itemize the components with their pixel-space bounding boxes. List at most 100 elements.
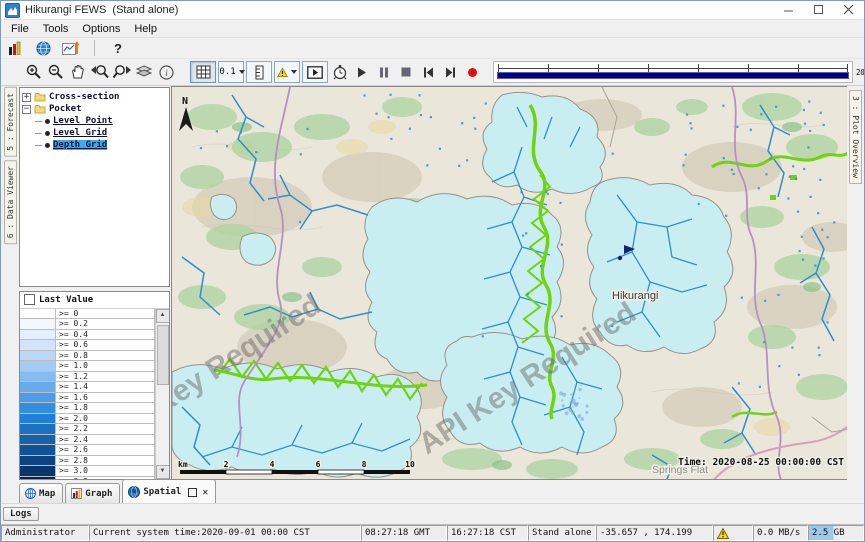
- tree-item-level-grid[interactable]: Level Grid: [35, 127, 167, 139]
- animation-window-button[interactable]: [302, 61, 328, 83]
- chevron-down-icon: [239, 70, 245, 74]
- panel-maximize-icon[interactable]: [188, 488, 197, 497]
- zoom-next-icon[interactable]: [112, 62, 132, 82]
- grid-display-button[interactable]: [190, 61, 216, 83]
- pause-button[interactable]: [374, 62, 394, 82]
- zoom-in-icon[interactable]: [24, 62, 44, 82]
- pan-hand-icon[interactable]: [68, 62, 88, 82]
- tree-label: Level Grid: [53, 128, 107, 138]
- legend-swatch: [20, 466, 56, 476]
- info-icon[interactable]: i: [156, 62, 176, 82]
- status-memory: 2.5 GB: [808, 525, 864, 541]
- maximize-button[interactable]: [804, 1, 834, 19]
- tree-item-level-point[interactable]: Level Point: [35, 115, 167, 127]
- legend-row: >= 0: [20, 309, 154, 320]
- last-value-checkbox[interactable]: [24, 294, 35, 305]
- tree-item-depth-grid[interactable]: Depth Grid: [35, 139, 167, 151]
- menu-tools[interactable]: Tools: [36, 22, 76, 36]
- time-slider-range[interactable]: [497, 72, 849, 79]
- help-button[interactable]: ?: [108, 38, 128, 58]
- legend-row: >= 2.4: [20, 435, 154, 446]
- layers-icon[interactable]: [134, 62, 154, 82]
- tree-label: Cross-section: [49, 92, 119, 102]
- record-button[interactable]: [462, 62, 482, 82]
- legend-row: >= 1.0: [20, 361, 154, 372]
- status-mode: Stand alone: [528, 525, 596, 541]
- classbreak-dropdown[interactable]: 0.1: [218, 61, 244, 83]
- legend-swatch: [20, 456, 56, 466]
- play-button[interactable]: [352, 62, 372, 82]
- tree-item-cross-section[interactable]: + Cross-section: [22, 91, 167, 103]
- animation-timer-icon[interactable]: [330, 62, 350, 82]
- main-toolbar: ?: [1, 38, 864, 59]
- legend-row: >= 1.4: [20, 382, 154, 393]
- legend-swatch: [20, 393, 56, 403]
- close-button[interactable]: [834, 1, 864, 19]
- spatial-globe-icon: [128, 486, 140, 498]
- svg-text:2: 2: [224, 460, 229, 469]
- legend-row: >= 2.0: [20, 414, 154, 425]
- zoom-out-icon[interactable]: [46, 62, 66, 82]
- collapse-icon[interactable]: −: [22, 105, 31, 114]
- legend-swatch: [20, 361, 56, 371]
- timeseries-dialog-icon[interactable]: [61, 38, 81, 58]
- node-bullet-icon: [45, 131, 50, 136]
- legend-swatch: [20, 309, 56, 319]
- map-view[interactable]: API Key Required API Key Required Hikura…: [171, 86, 847, 480]
- scroll-down-icon[interactable]: ▼: [156, 465, 170, 479]
- map-globe-icon: [25, 488, 36, 499]
- menu-options[interactable]: Options: [75, 22, 127, 36]
- legend-class-list: >= 0 >= 0.2 >= 0.4 >= 0.6 >= 0.8 >= 1.0 …: [20, 309, 155, 480]
- legend-row: >= 0.4: [20, 330, 154, 341]
- map-toolbar: i 0.1: [1, 59, 864, 86]
- tab-spatial[interactable]: Spatial ✕: [122, 479, 216, 503]
- expand-icon[interactable]: +: [22, 93, 31, 102]
- svg-text:N: N: [182, 96, 188, 107]
- minimize-button[interactable]: [774, 1, 804, 19]
- legend-swatch: [20, 330, 56, 340]
- legend-panel: Last Value >= 0 >= 0.2 >= 0.4 >= 0.6 >= …: [19, 291, 170, 481]
- tree-label: Pocket: [49, 104, 82, 114]
- tab-graph[interactable]: Graph: [65, 483, 120, 503]
- status-throughput: 0.0 MB/s: [753, 525, 808, 541]
- app-logo-icon: [5, 3, 20, 18]
- classbreak-value: 0.1: [219, 67, 235, 77]
- svg-text:6: 6: [316, 460, 321, 469]
- svg-text:10: 10: [405, 460, 415, 469]
- step-forward-button[interactable]: [440, 62, 460, 82]
- legend-swatch: [20, 351, 56, 361]
- tab-data-viewer[interactable]: 6 : Data Viewer: [4, 160, 17, 244]
- tab-plot-overview[interactable]: 3 : Plot Overview: [849, 90, 862, 184]
- legend-swatch: [20, 319, 56, 329]
- scalebar-toggle-button[interactable]: [246, 61, 272, 83]
- logs-tab[interactable]: Logs: [3, 507, 39, 521]
- zoom-previous-icon[interactable]: [90, 62, 110, 82]
- spatial-display-globe-icon[interactable]: [33, 38, 53, 58]
- folder-icon: [34, 104, 46, 114]
- chevron-down-icon: [291, 70, 297, 74]
- legend-scrollbar[interactable]: ▲ ▼: [155, 309, 169, 480]
- tree-item-pocket[interactable]: − Pocket: [22, 103, 167, 115]
- menu-file[interactable]: File: [4, 22, 36, 36]
- tab-map-label: Map: [39, 489, 55, 499]
- status-bar: Administrator Current system time:2020-0…: [1, 524, 864, 541]
- app-window: Hikurangi FEWS (Stand alone) File Tools …: [0, 0, 865, 542]
- title-bar: Hikurangi FEWS (Stand alone): [1, 1, 864, 20]
- tree-label: Level Point: [53, 116, 113, 126]
- menu-help[interactable]: Help: [127, 22, 164, 36]
- stop-button[interactable]: [396, 62, 416, 82]
- panel-close-icon[interactable]: ✕: [202, 487, 208, 498]
- status-warning[interactable]: [713, 525, 753, 541]
- folder-icon: [34, 92, 46, 102]
- warning-threshold-dropdown[interactable]: [274, 61, 300, 83]
- tab-map[interactable]: Map: [19, 483, 63, 503]
- time-slider[interactable]: [493, 61, 853, 83]
- scroll-thumb[interactable]: [157, 325, 169, 385]
- tab-forecast[interactable]: 5 : Forecast: [4, 87, 17, 157]
- explorer-icon[interactable]: [5, 38, 25, 58]
- svg-text:4: 4: [270, 460, 275, 469]
- legend-row: >= 0.8: [20, 351, 154, 362]
- scroll-up-icon[interactable]: ▲: [156, 309, 170, 323]
- filter-tree: + Cross-section − Pocket Level Point: [19, 87, 170, 287]
- step-back-button[interactable]: [418, 62, 438, 82]
